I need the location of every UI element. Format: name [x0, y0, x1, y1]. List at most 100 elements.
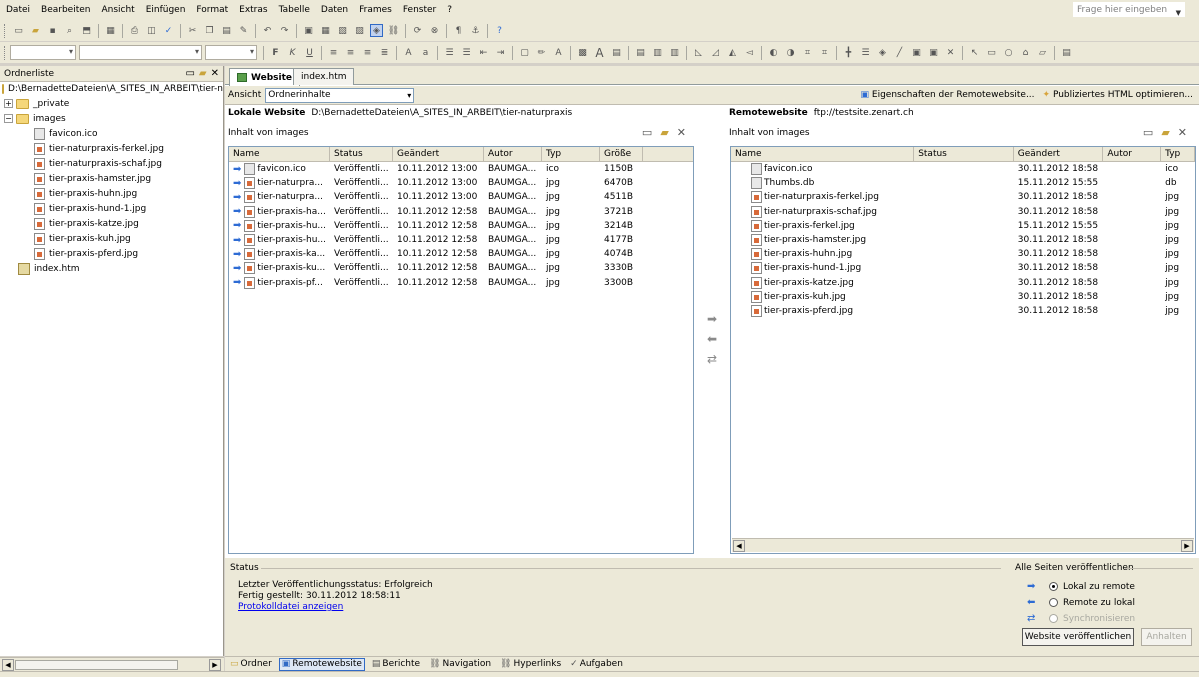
italic-icon[interactable]: K: [286, 46, 299, 59]
picture-icon[interactable]: ▨: [353, 24, 366, 37]
table-row[interactable]: tier-naturpraxis-ferkel.jpg 30.11.2012 18…: [731, 190, 1195, 204]
table-row[interactable]: tier-praxis-hamster.jpg 30.11.2012 18:58 j…: [731, 233, 1195, 247]
justify-icon[interactable]: ≣: [378, 46, 391, 59]
publish-website-button[interactable]: Website veröffentlichen: [1022, 628, 1134, 646]
toolbar-grip[interactable]: [4, 45, 7, 60]
folder-list-scrollbar[interactable]: ◀ ▶: [0, 657, 224, 671]
new-folder-icon[interactable]: ▰: [199, 68, 207, 79]
view-select[interactable]: Ordnerinhalte: [265, 87, 415, 103]
table-row[interactable]: tier-praxis-katze.jpg 30.11.2012 18:58 jpg: [731, 276, 1195, 290]
tree-item[interactable]: tier-naturpraxis-schaf.jpg: [0, 156, 223, 171]
view-folders[interactable]: ▭ Ordner: [228, 658, 274, 671]
line-color-icon[interactable]: ╱: [893, 46, 906, 59]
text-icon[interactable]: A: [593, 46, 606, 60]
new-page-icon[interactable]: ▭: [12, 24, 25, 37]
tree-item[interactable]: tier-naturpraxis-ferkel.jpg: [0, 141, 223, 156]
optimize-html-link[interactable]: ✦ Publiziertes HTML optimieren...: [1043, 90, 1193, 100]
line-style-icon[interactable]: ☰: [859, 46, 872, 59]
position-icon[interactable]: ▤: [634, 46, 647, 59]
open-folder-icon[interactable]: ▰: [29, 24, 42, 37]
remote-file-list[interactable]: Name Status Geändert Autor Typ favicon.ico 30…: [730, 146, 1196, 554]
print-icon[interactable]: ⎙: [128, 24, 141, 37]
indent-icon[interactable]: ⇥: [494, 46, 507, 59]
fill-color-icon[interactable]: ◈: [876, 46, 889, 59]
rotate-right-icon[interactable]: ◿: [709, 46, 722, 59]
menu-item[interactable]: Format: [196, 5, 228, 15]
stop-button[interactable]: Anhalten: [1141, 628, 1192, 646]
table-row[interactable]: ➡ tier-naturpra... Veröffentli... 10.11.201…: [229, 176, 693, 190]
table-row[interactable]: favicon.ico 30.11.2012 18:58 ico: [731, 162, 1195, 176]
anchor-icon[interactable]: ⚓: [469, 24, 482, 37]
menu-item[interactable]: Ansicht: [101, 5, 134, 15]
radio-dot[interactable]: [1049, 598, 1058, 607]
align-left-icon[interactable]: ≡: [327, 46, 340, 59]
style-combo[interactable]: [10, 45, 76, 60]
cut-icon[interactable]: ✂: [186, 24, 199, 37]
bold-icon[interactable]: F: [269, 46, 282, 59]
bullets-icon[interactable]: ☰: [460, 46, 473, 59]
select-icon[interactable]: ↖: [968, 46, 981, 59]
rotate-left-icon[interactable]: ◺: [692, 46, 705, 59]
picture-icon[interactable]: ▩: [576, 46, 589, 59]
table-row[interactable]: tier-praxis-ferkel.jpg 15.11.2012 15:55 jp…: [731, 219, 1195, 233]
3d-icon[interactable]: ▣: [927, 46, 940, 59]
search-icon[interactable]: ⌕: [63, 24, 76, 37]
preview-icon[interactable]: ◫: [145, 24, 158, 37]
menu-item[interactable]: Daten: [321, 5, 348, 15]
sync-icon[interactable]: ⇄: [707, 352, 717, 366]
table-row[interactable]: ➡ tier-praxis-ku... Veröffentli... 10.11.20…: [229, 261, 693, 275]
delete-icon[interactable]: ✕: [677, 126, 686, 139]
tree-item[interactable]: tier-praxis-huhn.jpg: [0, 186, 223, 201]
new-folder-icon[interactable]: ▰: [1161, 126, 1169, 139]
table-row[interactable]: Thumbs.db 15.11.2012 15:55 db: [731, 176, 1195, 190]
table-row[interactable]: tier-praxis-pferd.jpg 30.11.2012 18:58 jpg: [731, 304, 1195, 318]
scroll-thumb[interactable]: [15, 660, 178, 670]
web-component-icon[interactable]: ▣: [302, 24, 315, 37]
drawing-icon[interactable]: ◈: [370, 24, 383, 37]
brightness-icon[interactable]: ◑: [784, 46, 797, 59]
table-row[interactable]: tier-praxis-huhn.jpg 30.11.2012 18:58 jpg: [731, 247, 1195, 261]
show-all-icon[interactable]: ¶: [452, 24, 465, 37]
copy-icon[interactable]: ❐: [203, 24, 216, 37]
tree-item[interactable]: tier-praxis-pferd.jpg: [0, 246, 223, 261]
underline-icon[interactable]: U: [303, 46, 316, 59]
scroll-left-icon[interactable]: ◀: [2, 659, 14, 671]
view-hyperlinks[interactable]: ⛓ Hyperlinks: [498, 658, 563, 671]
publish-icon[interactable]: ⬒: [80, 24, 93, 37]
radio-dot[interactable]: [1049, 582, 1058, 591]
view-tasks[interactable]: ✓ Aufgaben: [568, 658, 625, 671]
delete-icon[interactable]: ✕: [1178, 126, 1187, 139]
tree-item[interactable]: tier-praxis-hamster.jpg: [0, 171, 223, 186]
arrow-left-icon[interactable]: ⬅: [707, 332, 717, 346]
tab-website[interactable]: Website: [229, 68, 301, 86]
radio-dot[interactable]: [1049, 614, 1058, 623]
crop-icon[interactable]: ⌗: [801, 46, 814, 59]
align-right-icon[interactable]: ≡: [361, 46, 374, 59]
chevron-down-icon[interactable]: ▼: [1176, 9, 1181, 17]
menu-item[interactable]: Frames: [359, 5, 392, 15]
rectangle-icon[interactable]: ▭: [985, 46, 998, 59]
root-folder[interactable]: D:\BernadetteDateien\A_SITES_IN_ARBEIT\t…: [0, 82, 223, 96]
flip-vertical-icon[interactable]: ◅: [743, 46, 756, 59]
table-row[interactable]: tier-naturpraxis-schaf.jpg 30.11.2012 18:…: [731, 205, 1195, 219]
scroll-right-icon[interactable]: ▶: [209, 659, 221, 671]
column-header[interactable]: Status: [330, 147, 393, 161]
hotspot-icon[interactable]: ✕: [944, 46, 957, 59]
borders-icon[interactable]: ▢: [518, 46, 531, 59]
save-icon[interactable]: ▪: [46, 24, 59, 37]
expand-icon[interactable]: +: [4, 99, 13, 108]
column-header[interactable]: Name: [229, 147, 330, 161]
stop-icon[interactable]: ⊗: [428, 24, 441, 37]
tab-index-htm[interactable]: index.htm: [293, 68, 355, 85]
numbering-icon[interactable]: ☰: [443, 46, 456, 59]
insert-table-icon[interactable]: ▦: [319, 24, 332, 37]
hyperlink-icon[interactable]: ⛓: [387, 24, 400, 37]
undo-icon[interactable]: ↶: [261, 24, 274, 37]
view-remote-website[interactable]: ▣ Remotewebsite: [278, 657, 365, 671]
collapse-icon[interactable]: −: [4, 114, 13, 123]
font-combo[interactable]: [79, 45, 202, 60]
column-header[interactable]: Geändert: [393, 147, 484, 161]
local-file-list[interactable]: Name Status Geändert Autor Typ Größe ➡ favicon…: [228, 146, 694, 554]
column-header[interactable]: Typ: [542, 147, 600, 161]
column-header[interactable]: Status: [914, 147, 1014, 161]
